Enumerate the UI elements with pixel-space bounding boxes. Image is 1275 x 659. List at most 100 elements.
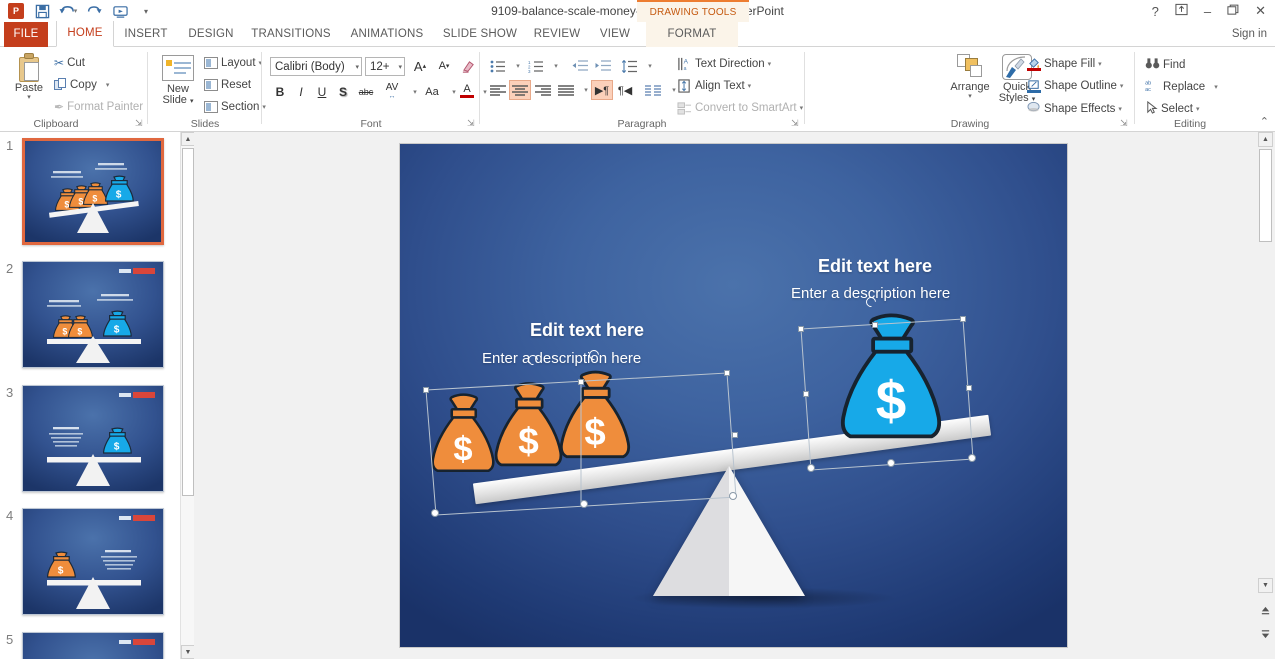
- thumbnail-image[interactable]: $ $ $ $: [22, 138, 164, 245]
- cut-button[interactable]: ✂ Cut: [54, 56, 85, 70]
- scroll-thumb[interactable]: [1259, 149, 1272, 242]
- adjust-handle-br[interactable]: [729, 492, 737, 500]
- tab-insert[interactable]: INSERT: [118, 22, 174, 47]
- text-shadow-button[interactable]: S: [333, 82, 353, 102]
- thumbnail-slide-2[interactable]: 2 $ $ $: [0, 257, 180, 380]
- bullets-button[interactable]: [487, 56, 509, 76]
- align-center-button[interactable]: [509, 80, 531, 100]
- select-button[interactable]: Select ▾: [1145, 100, 1200, 117]
- new-slide-button[interactable]: New Slide ▾: [156, 55, 200, 107]
- bold-button[interactable]: B: [270, 82, 290, 102]
- section-button[interactable]: Section ▾: [204, 101, 266, 113]
- blue-adjust-handle-bl[interactable]: [807, 464, 815, 472]
- thumbnails-scroll-up-button[interactable]: ▲: [181, 132, 195, 146]
- previous-slide-button[interactable]: [1258, 603, 1273, 618]
- text-direction-dropdown-icon[interactable]: ▾: [768, 60, 772, 68]
- clipboard-dialog-launcher-icon[interactable]: ⇲: [135, 118, 143, 129]
- scroll-down-button[interactable]: ▼: [1258, 578, 1273, 593]
- slide-scrollbar[interactable]: ▲ ▼: [1256, 132, 1275, 659]
- money-bag-blue-1[interactable]: $: [829, 310, 953, 465]
- align-left-button[interactable]: [487, 80, 509, 100]
- ribbon-display-options-icon[interactable]: [1172, 3, 1191, 19]
- font-dialog-launcher-icon[interactable]: ⇲: [467, 118, 475, 129]
- next-slide-button[interactable]: [1258, 627, 1273, 642]
- thumbnail-image[interactable]: $: [22, 385, 164, 492]
- drawing-dialog-launcher-icon[interactable]: ⇲: [1120, 118, 1128, 129]
- increase-font-size-button[interactable]: A ▴: [410, 56, 430, 76]
- paste-button[interactable]: Paste ▾: [8, 53, 50, 101]
- font-size-combo[interactable]: 12+ ▾: [365, 57, 405, 76]
- decrease-font-size-button[interactable]: A ▾: [434, 56, 454, 76]
- thumbnail-image[interactable]: $: [22, 508, 164, 615]
- columns-button[interactable]: [642, 80, 664, 100]
- blue-resize-handle-mr[interactable]: [966, 385, 972, 391]
- restore-icon[interactable]: [1224, 4, 1242, 19]
- convert-to-smartart-button[interactable]: Convert to SmartArt ▾: [677, 101, 803, 115]
- thumbnails-scrollbar[interactable]: ▲ ▼: [180, 132, 195, 659]
- font-color-button[interactable]: A: [458, 81, 476, 101]
- paste-dropdown-icon[interactable]: ▾: [27, 94, 31, 101]
- thumbnail-slide-4[interactable]: 4 $: [0, 504, 180, 627]
- increase-indent-button[interactable]: [592, 56, 614, 76]
- ltr-text-direction-button[interactable]: ▶¶: [591, 80, 613, 100]
- scroll-up-button[interactable]: ▲: [1258, 132, 1273, 147]
- blue-resize-handle-tr[interactable]: [960, 316, 966, 322]
- rtl-text-direction-button[interactable]: ¶◀: [614, 80, 636, 100]
- left-heading-text[interactable]: Edit text here: [530, 320, 644, 341]
- resize-handle-tl[interactable]: [423, 387, 429, 393]
- find-button[interactable]: Find: [1145, 57, 1185, 73]
- blue-adjust-handle-bc[interactable]: [887, 459, 895, 467]
- resize-handle-tc[interactable]: [578, 379, 584, 385]
- tab-animations[interactable]: ANIMATIONS: [342, 22, 432, 47]
- thumbnail-slide-3[interactable]: 3 $: [0, 381, 180, 504]
- blue-resize-handle-tl[interactable]: [798, 326, 804, 332]
- tab-review[interactable]: REVIEW: [530, 22, 584, 47]
- font-size-dropdown-icon[interactable]: ▾: [395, 63, 402, 71]
- align-text-dropdown-icon[interactable]: ▾: [748, 82, 752, 90]
- close-icon[interactable]: ✕: [1252, 3, 1269, 19]
- help-icon[interactable]: ?: [1149, 4, 1162, 19]
- collapse-ribbon-button[interactable]: ⌃: [1260, 115, 1269, 128]
- tab-transitions[interactable]: TRANSITIONS: [246, 22, 336, 47]
- text-direction-button[interactable]: Aa Text Direction ▾: [677, 57, 771, 71]
- shape-outline-dropdown-icon[interactable]: ▾: [1120, 82, 1124, 90]
- right-heading-text[interactable]: Edit text here: [818, 256, 932, 277]
- blue-resize-handle-tc[interactable]: [872, 322, 878, 328]
- numbering-button[interactable]: 123: [525, 56, 547, 76]
- select-dropdown-icon[interactable]: ▾: [1196, 105, 1200, 113]
- tab-view[interactable]: VIEW: [592, 22, 638, 47]
- shape-effects-button[interactable]: Shape Effects ▾: [1027, 101, 1122, 117]
- tab-slide-show[interactable]: SLIDE SHOW: [436, 22, 524, 47]
- adjust-handle-bc[interactable]: [580, 500, 588, 508]
- align-right-button[interactable]: [532, 80, 554, 100]
- line-spacing-button[interactable]: [619, 56, 641, 76]
- font-name-dropdown-icon[interactable]: ▾: [352, 63, 359, 71]
- numbering-dropdown-icon[interactable]: ▾: [546, 56, 566, 76]
- line-spacing-dropdown-icon[interactable]: ▾: [640, 56, 660, 76]
- money-bag-orange-3[interactable]: $: [555, 356, 635, 489]
- tab-format[interactable]: FORMAT: [646, 22, 738, 47]
- thumbnail-image[interactable]: $ $ $: [22, 261, 164, 368]
- thumbnails-scroll-down-button[interactable]: ▼: [181, 645, 195, 659]
- reset-button[interactable]: Reset: [204, 79, 251, 91]
- money-bag-orange-1[interactable]: $: [427, 380, 499, 500]
- character-spacing-button[interactable]: AV ↔: [380, 82, 404, 102]
- replace-button[interactable]: ab ac Replace ▾: [1145, 79, 1218, 95]
- current-slide[interactable]: $ $ $ $ Edit text here Enter a descripti…: [400, 144, 1067, 647]
- thumbnails-scroll-thumb[interactable]: [182, 148, 194, 496]
- adjust-handle-bl[interactable]: [431, 509, 439, 517]
- left-description-text[interactable]: Enter a description here: [482, 350, 641, 367]
- paragraph-dialog-launcher-icon[interactable]: ⇲: [791, 118, 799, 129]
- thumbnail-image[interactable]: [22, 632, 164, 659]
- shape-effects-dropdown-icon[interactable]: ▾: [1118, 105, 1122, 113]
- arrange-button[interactable]: Arrange ▾: [942, 54, 998, 101]
- shape-fill-dropdown-icon[interactable]: ▾: [1098, 60, 1102, 68]
- resize-handle-mr[interactable]: [732, 432, 738, 438]
- smartart-dropdown-icon[interactable]: ▾: [800, 104, 804, 112]
- thumbnail-slide-5[interactable]: 5: [0, 628, 180, 659]
- clear-formatting-button[interactable]: [458, 56, 478, 76]
- arrange-dropdown-icon[interactable]: ▾: [968, 93, 972, 101]
- tab-file[interactable]: FILE: [4, 22, 48, 47]
- decrease-indent-button[interactable]: [569, 56, 591, 76]
- shape-outline-button[interactable]: Shape Outline ▾: [1027, 79, 1123, 93]
